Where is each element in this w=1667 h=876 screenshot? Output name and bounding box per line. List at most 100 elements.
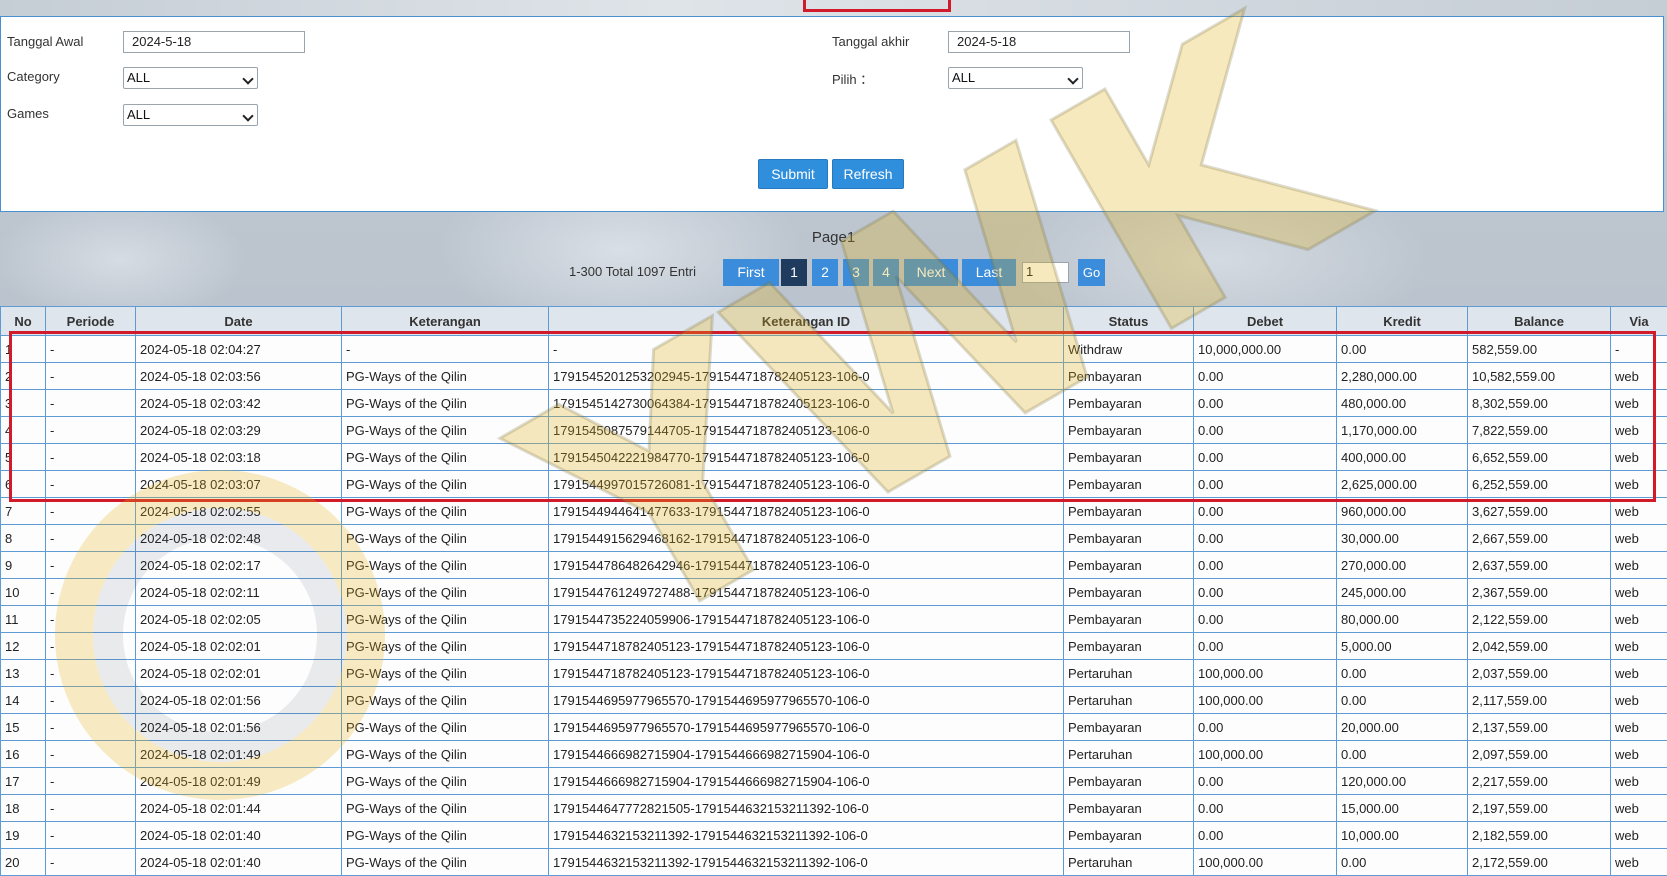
end-date-label: Tanggal akhir bbox=[832, 34, 909, 49]
table-cell: Pembayaran bbox=[1064, 363, 1194, 390]
page-button-2[interactable]: 2 bbox=[812, 259, 838, 286]
table-row: 17-2024-05-18 02:01:49PG-Ways of the Qil… bbox=[1, 768, 1667, 795]
table-cell: Pembayaran bbox=[1064, 606, 1194, 633]
table-cell: - bbox=[46, 444, 136, 471]
table-cell: PG-Ways of the Qilin bbox=[342, 390, 549, 417]
table-cell: 100,000.00 bbox=[1194, 660, 1337, 687]
table-cell: 0.00 bbox=[1194, 606, 1337, 633]
table-cell: 2,667,559.00 bbox=[1468, 525, 1611, 552]
table-cell: 10,000,000.00 bbox=[1194, 336, 1337, 363]
table-cell: 2024-05-18 02:02:11 bbox=[136, 579, 342, 606]
col-header-date[interactable]: Date bbox=[136, 307, 342, 336]
table-cell: Pembayaran bbox=[1064, 498, 1194, 525]
annotation-box-top bbox=[803, 0, 951, 12]
table-cell: 120,000.00 bbox=[1337, 768, 1468, 795]
next-page-button[interactable]: Next bbox=[904, 259, 958, 286]
go-button[interactable]: Go bbox=[1078, 259, 1105, 286]
col-header-debet[interactable]: Debet bbox=[1194, 307, 1337, 336]
col-header-balance[interactable]: Balance bbox=[1468, 307, 1611, 336]
pilih-select[interactable]: ALL bbox=[948, 67, 1083, 89]
table-cell: 1791544666982715904-1791544666982715904-… bbox=[549, 741, 1064, 768]
table-cell: PG-Ways of the Qilin bbox=[342, 741, 549, 768]
table-cell: 4 bbox=[1, 417, 46, 444]
table-cell: - bbox=[46, 687, 136, 714]
table-cell: - bbox=[46, 741, 136, 768]
first-page-button[interactable]: First bbox=[723, 259, 779, 286]
table-row: 7-2024-05-18 02:02:55PG-Ways of the Qili… bbox=[1, 498, 1667, 525]
games-label: Games bbox=[7, 106, 49, 121]
col-header-keterangan[interactable]: Keterangan bbox=[342, 307, 549, 336]
table-cell: Pembayaran bbox=[1064, 633, 1194, 660]
table-cell: 270,000.00 bbox=[1337, 552, 1468, 579]
table-cell: Pertaruhan bbox=[1064, 849, 1194, 876]
chevron-down-icon bbox=[242, 110, 253, 121]
table-cell: 2024-05-18 02:01:40 bbox=[136, 849, 342, 876]
page-number-input[interactable]: 1 bbox=[1022, 262, 1069, 283]
end-date-input[interactable]: 2024-5-18 bbox=[948, 31, 1130, 53]
col-header-via[interactable]: Via bbox=[1611, 307, 1667, 336]
col-header-keterangan-id[interactable]: Keterangan ID bbox=[549, 307, 1064, 336]
table-cell: 5 bbox=[1, 444, 46, 471]
table-cell: 8,302,559.00 bbox=[1468, 390, 1611, 417]
table-cell: 2,182,559.00 bbox=[1468, 822, 1611, 849]
table-cell: 9 bbox=[1, 552, 46, 579]
refresh-button[interactable]: Refresh bbox=[832, 159, 904, 189]
table-cell: 100,000.00 bbox=[1194, 741, 1337, 768]
last-page-button[interactable]: Last bbox=[962, 259, 1016, 286]
table-cell: - bbox=[46, 606, 136, 633]
table-cell: PG-Ways of the Qilin bbox=[342, 633, 549, 660]
table-cell: PG-Ways of the Qilin bbox=[342, 579, 549, 606]
page-button-4[interactable]: 4 bbox=[873, 259, 899, 286]
table-cell: 0.00 bbox=[1194, 471, 1337, 498]
table-cell: 0.00 bbox=[1194, 579, 1337, 606]
table-cell: - bbox=[46, 795, 136, 822]
table-cell: 1791544695977965570-1791544695977965570-… bbox=[549, 714, 1064, 741]
table-cell: 18 bbox=[1, 795, 46, 822]
col-header-no[interactable]: No bbox=[1, 307, 46, 336]
table-row: 4-2024-05-18 02:03:29PG-Ways of the Qili… bbox=[1, 417, 1667, 444]
table-cell: - bbox=[342, 336, 549, 363]
table-row: 6-2024-05-18 02:03:07PG-Ways of the Qili… bbox=[1, 471, 1667, 498]
table-cell: 960,000.00 bbox=[1337, 498, 1468, 525]
table-row: 10-2024-05-18 02:02:11PG-Ways of the Qil… bbox=[1, 579, 1667, 606]
table-cell: web bbox=[1611, 633, 1667, 660]
table-row: 14-2024-05-18 02:01:56PG-Ways of the Qil… bbox=[1, 687, 1667, 714]
table-row: 9-2024-05-18 02:02:17PG-Ways of the Qili… bbox=[1, 552, 1667, 579]
table-cell: 2024-05-18 02:02:17 bbox=[136, 552, 342, 579]
table-cell: 2,042,559.00 bbox=[1468, 633, 1611, 660]
table-cell: web bbox=[1611, 822, 1667, 849]
table-row: 20-2024-05-18 02:01:40PG-Ways of the Qil… bbox=[1, 849, 1667, 876]
table-cell: 0.00 bbox=[1194, 363, 1337, 390]
category-select[interactable]: ALL bbox=[123, 67, 258, 89]
table-row: 2-2024-05-18 02:03:56PG-Ways of the Qili… bbox=[1, 363, 1667, 390]
games-select[interactable]: ALL bbox=[123, 104, 258, 126]
table-cell: 2,137,559.00 bbox=[1468, 714, 1611, 741]
pilih-selected-value: ALL bbox=[952, 70, 975, 85]
table-cell: 2024-05-18 02:02:01 bbox=[136, 633, 342, 660]
table-cell: Pertaruhan bbox=[1064, 741, 1194, 768]
page-button-3[interactable]: 3 bbox=[843, 259, 869, 286]
table-cell: 2024-05-18 02:03:29 bbox=[136, 417, 342, 444]
page-button-1[interactable]: 1 bbox=[781, 259, 807, 286]
table-cell: PG-Ways of the Qilin bbox=[342, 498, 549, 525]
table-cell: 100,000.00 bbox=[1194, 849, 1337, 876]
table-cell: 3,627,559.00 bbox=[1468, 498, 1611, 525]
table-cell: 14 bbox=[1, 687, 46, 714]
submit-button[interactable]: Submit bbox=[758, 159, 828, 189]
col-header-kredit[interactable]: Kredit bbox=[1337, 307, 1468, 336]
table-cell: 2024-05-18 02:01:40 bbox=[136, 822, 342, 849]
table-cell: PG-Ways of the Qilin bbox=[342, 660, 549, 687]
table-cell: 0.00 bbox=[1194, 498, 1337, 525]
start-date-input[interactable]: 2024-5-18 bbox=[123, 31, 305, 53]
table-cell: PG-Ways of the Qilin bbox=[342, 714, 549, 741]
table-cell: web bbox=[1611, 579, 1667, 606]
table-cell: web bbox=[1611, 606, 1667, 633]
table-cell: - bbox=[46, 552, 136, 579]
transaction-table: No Periode Date Keterangan Keterangan ID… bbox=[0, 306, 1667, 876]
table-cell: Pembayaran bbox=[1064, 444, 1194, 471]
table-cell: 1 bbox=[1, 336, 46, 363]
table-cell: PG-Ways of the Qilin bbox=[342, 525, 549, 552]
table-cell: 1791544718782405123-1791544718782405123-… bbox=[549, 633, 1064, 660]
col-header-status[interactable]: Status bbox=[1064, 307, 1194, 336]
col-header-periode[interactable]: Periode bbox=[46, 307, 136, 336]
